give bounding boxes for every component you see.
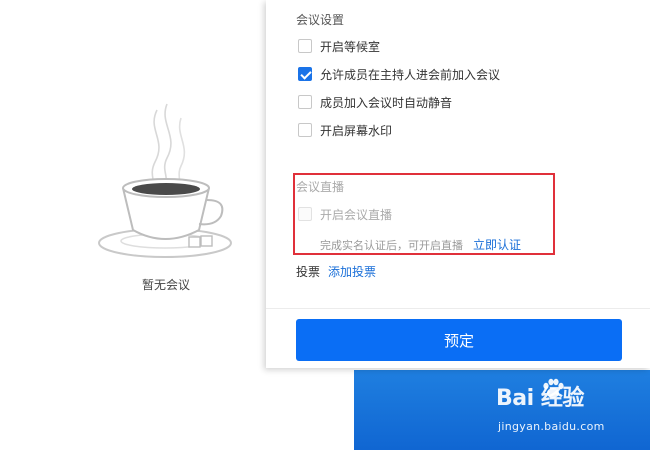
option-join-before-host[interactable]: 允许成员在主持人进会前加入会议 <box>298 66 500 82</box>
meeting-settings-title: 会议设置 <box>296 13 345 27</box>
option-live-stream: 开启会议直播 <box>298 206 392 222</box>
meeting-settings-panel: 会议设置 开启等候室 允许成员在主持人进会前加入会议 成员加入会议时自动静音 开… <box>266 0 650 368</box>
verify-now-link[interactable]: 立即认证 <box>473 236 521 253</box>
auto-mute-checkbox[interactable] <box>298 95 312 109</box>
divider <box>266 308 650 309</box>
join-before-host-checkbox[interactable] <box>298 67 312 81</box>
waiting-room-checkbox[interactable] <box>298 39 312 53</box>
option-label: 开启会议直播 <box>320 207 393 222</box>
screen-watermark-checkbox[interactable] <box>298 123 312 137</box>
option-waiting-room[interactable]: 开启等候室 <box>298 38 380 54</box>
paw-icon <box>543 378 564 398</box>
baidu-jingyan-watermark: Bai 经验 jingyan.baidu.com <box>496 372 646 442</box>
option-label: 开启屏幕水印 <box>320 123 393 138</box>
schedule-button[interactable]: 预定 <box>296 319 622 361</box>
live-stream-checkbox <box>298 207 312 221</box>
coffee-cup-icon <box>98 103 232 258</box>
live-stream-title: 会议直播 <box>296 180 345 194</box>
vote-label: 投票 <box>296 265 321 279</box>
option-auto-mute[interactable]: 成员加入会议时自动静音 <box>298 94 452 110</box>
watermark-url: jingyan.baidu.com <box>498 420 605 433</box>
option-label: 成员加入会议时自动静音 <box>320 95 453 110</box>
option-label: 开启等候室 <box>320 39 381 54</box>
empty-state: 暂无会议 <box>0 0 268 450</box>
option-label: 允许成员在主持人进会前加入会议 <box>320 67 501 82</box>
vote-row: 投票 添加投票 <box>296 263 376 280</box>
add-vote-link[interactable]: 添加投票 <box>328 263 376 280</box>
option-screen-watermark[interactable]: 开启屏幕水印 <box>298 122 392 138</box>
live-stream-hint-row: 完成实名认证后，可开启直播 立即认证 <box>320 236 521 253</box>
live-stream-hint: 完成实名认证后，可开启直播 <box>320 238 463 252</box>
